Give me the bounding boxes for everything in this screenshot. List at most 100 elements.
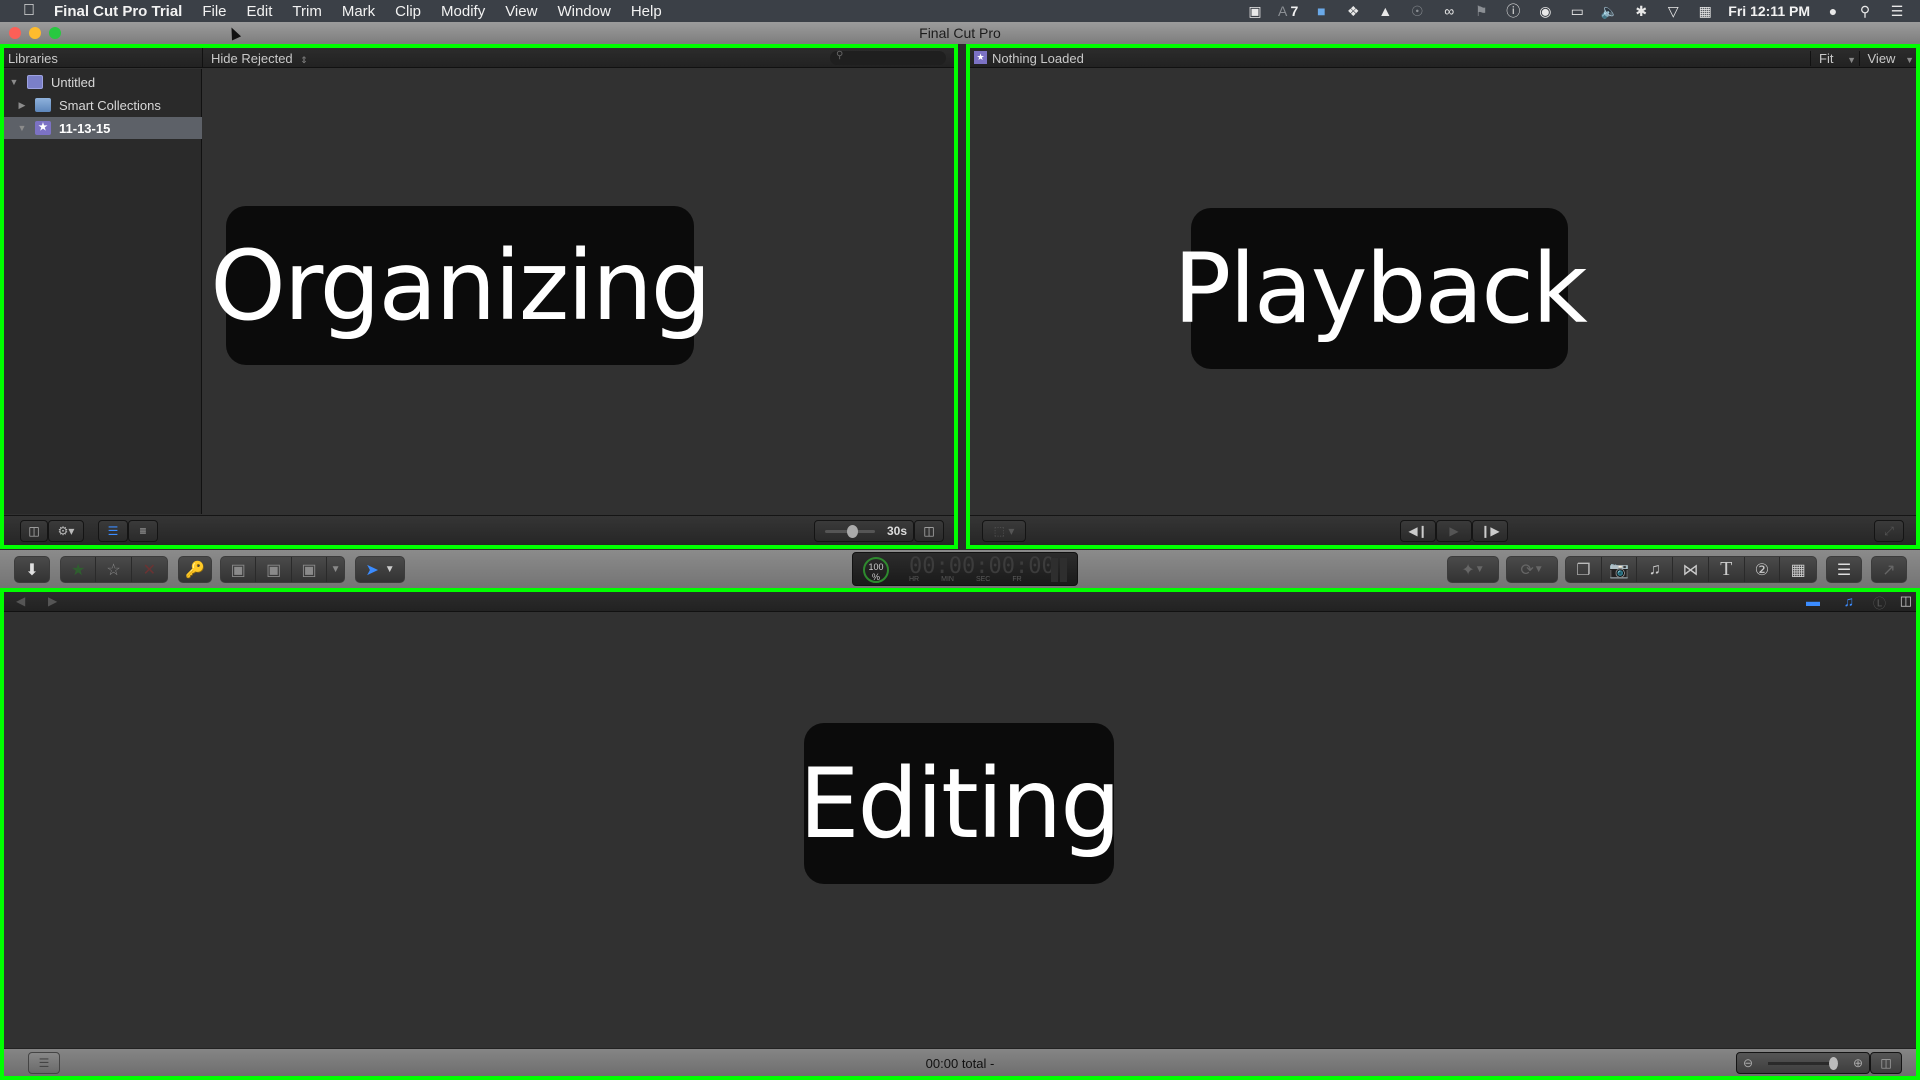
menu-trim[interactable]: Trim [292, 3, 321, 20]
smart-collections-item[interactable]: ▶ Smart Collections [4, 94, 202, 116]
zoom-out-icon[interactable]: ⊖ [1743, 1056, 1753, 1070]
previous-edit-button[interactable]: ◀❙ [1400, 520, 1436, 542]
library-item-untitled[interactable]: ▼ Untitled [4, 71, 202, 93]
wifi-icon[interactable]: ▽ [1664, 3, 1682, 20]
search-icon: ⚲ [836, 50, 844, 61]
dropbox-icon[interactable]: ■ [1312, 3, 1330, 19]
google-drive-icon[interactable]: ❖ [1344, 3, 1362, 20]
clip-appearance-button[interactable]: ◫ [1870, 1052, 1902, 1074]
label-fr: FR [1012, 576, 1022, 583]
append-clip-icon[interactable]: ▣ [292, 557, 328, 582]
share-button[interactable]: ↗ [1871, 556, 1907, 583]
duration-slider[interactable] [825, 524, 875, 538]
next-edit-button[interactable]: ❙▶ [1472, 520, 1508, 542]
game-controller-icon[interactable]: ◉ [1536, 3, 1554, 20]
favorite-star-icon[interactable]: ★ [61, 557, 97, 582]
transform-tools-button[interactable]: ⬚ ▾ [982, 520, 1026, 542]
browser-search-field[interactable]: ⚲ [830, 50, 946, 65]
hide-rejected-dropdown[interactable]: Hide Rejected ⇕ [211, 51, 308, 66]
import-button[interactable]: ⬇ [14, 556, 50, 583]
fit-dropdown[interactable]: Fit ▼ [1810, 51, 1856, 66]
menu-mark[interactable]: Mark [342, 3, 375, 20]
globe-icon[interactable]: ☉ [1408, 3, 1426, 20]
retime-button[interactable]: ⟳ ▼ [1506, 556, 1558, 583]
airplay-icon[interactable]: ▭ [1568, 3, 1586, 20]
viewer-footer: ⬚ ▾ ◀❙ ▶ ❙▶ ⤢ [970, 515, 1916, 545]
menu-window[interactable]: Window [557, 3, 610, 20]
hide-rejected-label: Hide Rejected [211, 51, 293, 66]
unrate-star-icon[interactable]: ☆ [96, 557, 132, 582]
libraries-sidebar: ▼ Untitled ▶ Smart Collections ▼ ★ 11-13… [4, 69, 202, 514]
event-star-icon: ★ [974, 51, 987, 64]
user-icon[interactable]: ● [1824, 3, 1842, 19]
libraries-header: Libraries [8, 51, 58, 66]
disclosure-down-icon[interactable]: ▼ [17, 123, 27, 133]
info-icon[interactable]: ⓘ [1504, 1, 1522, 21]
clip-skimming-icon[interactable]: ▬ [1806, 593, 1820, 609]
keyword-button[interactable]: 🔑 [178, 556, 212, 583]
volume-icon[interactable]: 🔈 [1600, 3, 1618, 20]
enhancements-button[interactable]: ✦ ▼ [1447, 556, 1499, 583]
photos-browser-icon[interactable]: 📷 [1602, 557, 1638, 582]
titles-browser-icon[interactable]: T [1709, 557, 1745, 582]
clip-appearance-button[interactable]: ◫ [914, 520, 944, 542]
screen-record-icon[interactable]: ▣ [1246, 3, 1264, 20]
calendar-icon[interactable]: ▦ [1696, 3, 1714, 20]
menu-clip[interactable]: Clip [395, 3, 421, 20]
reject-x-icon[interactable]: ✕ [132, 557, 167, 582]
zoom-slider-knob[interactable] [1829, 1056, 1838, 1070]
generators-browser-icon[interactable]: ② [1745, 557, 1781, 582]
adobe-icon[interactable]: A 7 [1278, 3, 1298, 19]
effects-browser-icon[interactable]: ❐ [1566, 557, 1602, 582]
menu-app-name[interactable]: Final Cut Pro Trial [54, 3, 182, 20]
spotlight-icon[interactable]: ⚲ [1856, 3, 1874, 20]
forward-arrow-icon[interactable]: ▶ [48, 594, 57, 608]
viewer-title: Nothing Loaded [992, 51, 1084, 66]
view-dropdown[interactable]: View ▼ [1858, 51, 1914, 66]
event-item-11-13-15[interactable]: ▼ ★ 11-13-15 [4, 117, 202, 139]
clock[interactable]: Fri 12:11 PM [1728, 3, 1810, 19]
menu-edit[interactable]: Edit [247, 3, 273, 20]
menu-help[interactable]: Help [631, 3, 662, 20]
timeline-zoom-control[interactable]: ⊖ ⊕ [1736, 1052, 1870, 1074]
google-drive-icon[interactable]: ▲ [1376, 3, 1394, 19]
solo-icon[interactable]: Ⓛ [1873, 593, 1886, 612]
toggle-libraries-button[interactable]: ◫ [20, 520, 48, 542]
play-button[interactable]: ▶ [1436, 520, 1472, 542]
connect-clip-icon[interactable]: ▣ [221, 557, 257, 582]
browser-panel: Libraries Hide Rejected ⇕ ⚲ ▼ Untitled ▶… [4, 48, 954, 545]
creative-cloud-icon[interactable]: ∞ [1440, 3, 1458, 19]
notification-center-icon[interactable]: ☰ [1888, 3, 1906, 20]
viewer-panel: ★ Nothing Loaded Fit ▼ View ▼ Playback ⬚… [970, 48, 1916, 545]
menu-modify[interactable]: Modify [441, 3, 485, 20]
notification-icon[interactable]: ⚑ [1472, 3, 1490, 20]
select-tool-button[interactable]: ➤ ▼ [355, 556, 405, 583]
background-tasks-indicator[interactable]: 100 % [863, 557, 889, 583]
settings-menu-button[interactable]: ⚙▾ [48, 520, 84, 542]
themes-browser-icon[interactable]: ▦ [1780, 557, 1816, 582]
snapping-icon[interactable]: ◫ [1900, 593, 1912, 609]
clip-duration-control[interactable]: 30s [814, 520, 914, 542]
zoom-slider[interactable] [1768, 1056, 1838, 1070]
zoom-in-icon[interactable]: ⊕ [1853, 1056, 1863, 1070]
library-name: Untitled [51, 74, 96, 90]
apple-logo-icon[interactable]:  [18, 2, 40, 20]
disclosure-right-icon[interactable]: ▶ [17, 100, 27, 111]
insert-clip-icon[interactable]: ▣ [256, 557, 292, 582]
menu-view[interactable]: View [505, 3, 537, 20]
music-browser-icon[interactable]: ♫ [1637, 557, 1674, 582]
list-view-button[interactable]: ≡ [128, 520, 158, 542]
fullscreen-button[interactable]: ⤢ [1874, 520, 1904, 542]
inspector-button[interactable]: ☰ [1826, 556, 1862, 583]
disclosure-down-icon[interactable]: ▼ [9, 77, 19, 87]
audio-skimming-icon[interactable]: ♫ [1844, 593, 1855, 609]
slider-knob[interactable] [847, 524, 858, 538]
dashboard-timecode[interactable]: 100 % 00:00:00:00 HR MIN SEC FR [852, 552, 1078, 586]
filmstrip-view-button[interactable]: ☰ [98, 520, 128, 542]
menu-file[interactable]: File [202, 3, 226, 20]
transitions-browser-icon[interactable]: ⋈ [1673, 557, 1709, 582]
audio-meter-icon[interactable] [1051, 558, 1067, 582]
chevron-down-icon[interactable]: ▼ [327, 557, 344, 582]
back-arrow-icon[interactable]: ◀ [16, 594, 25, 608]
bluetooth-icon[interactable]: ✱ [1632, 3, 1650, 20]
